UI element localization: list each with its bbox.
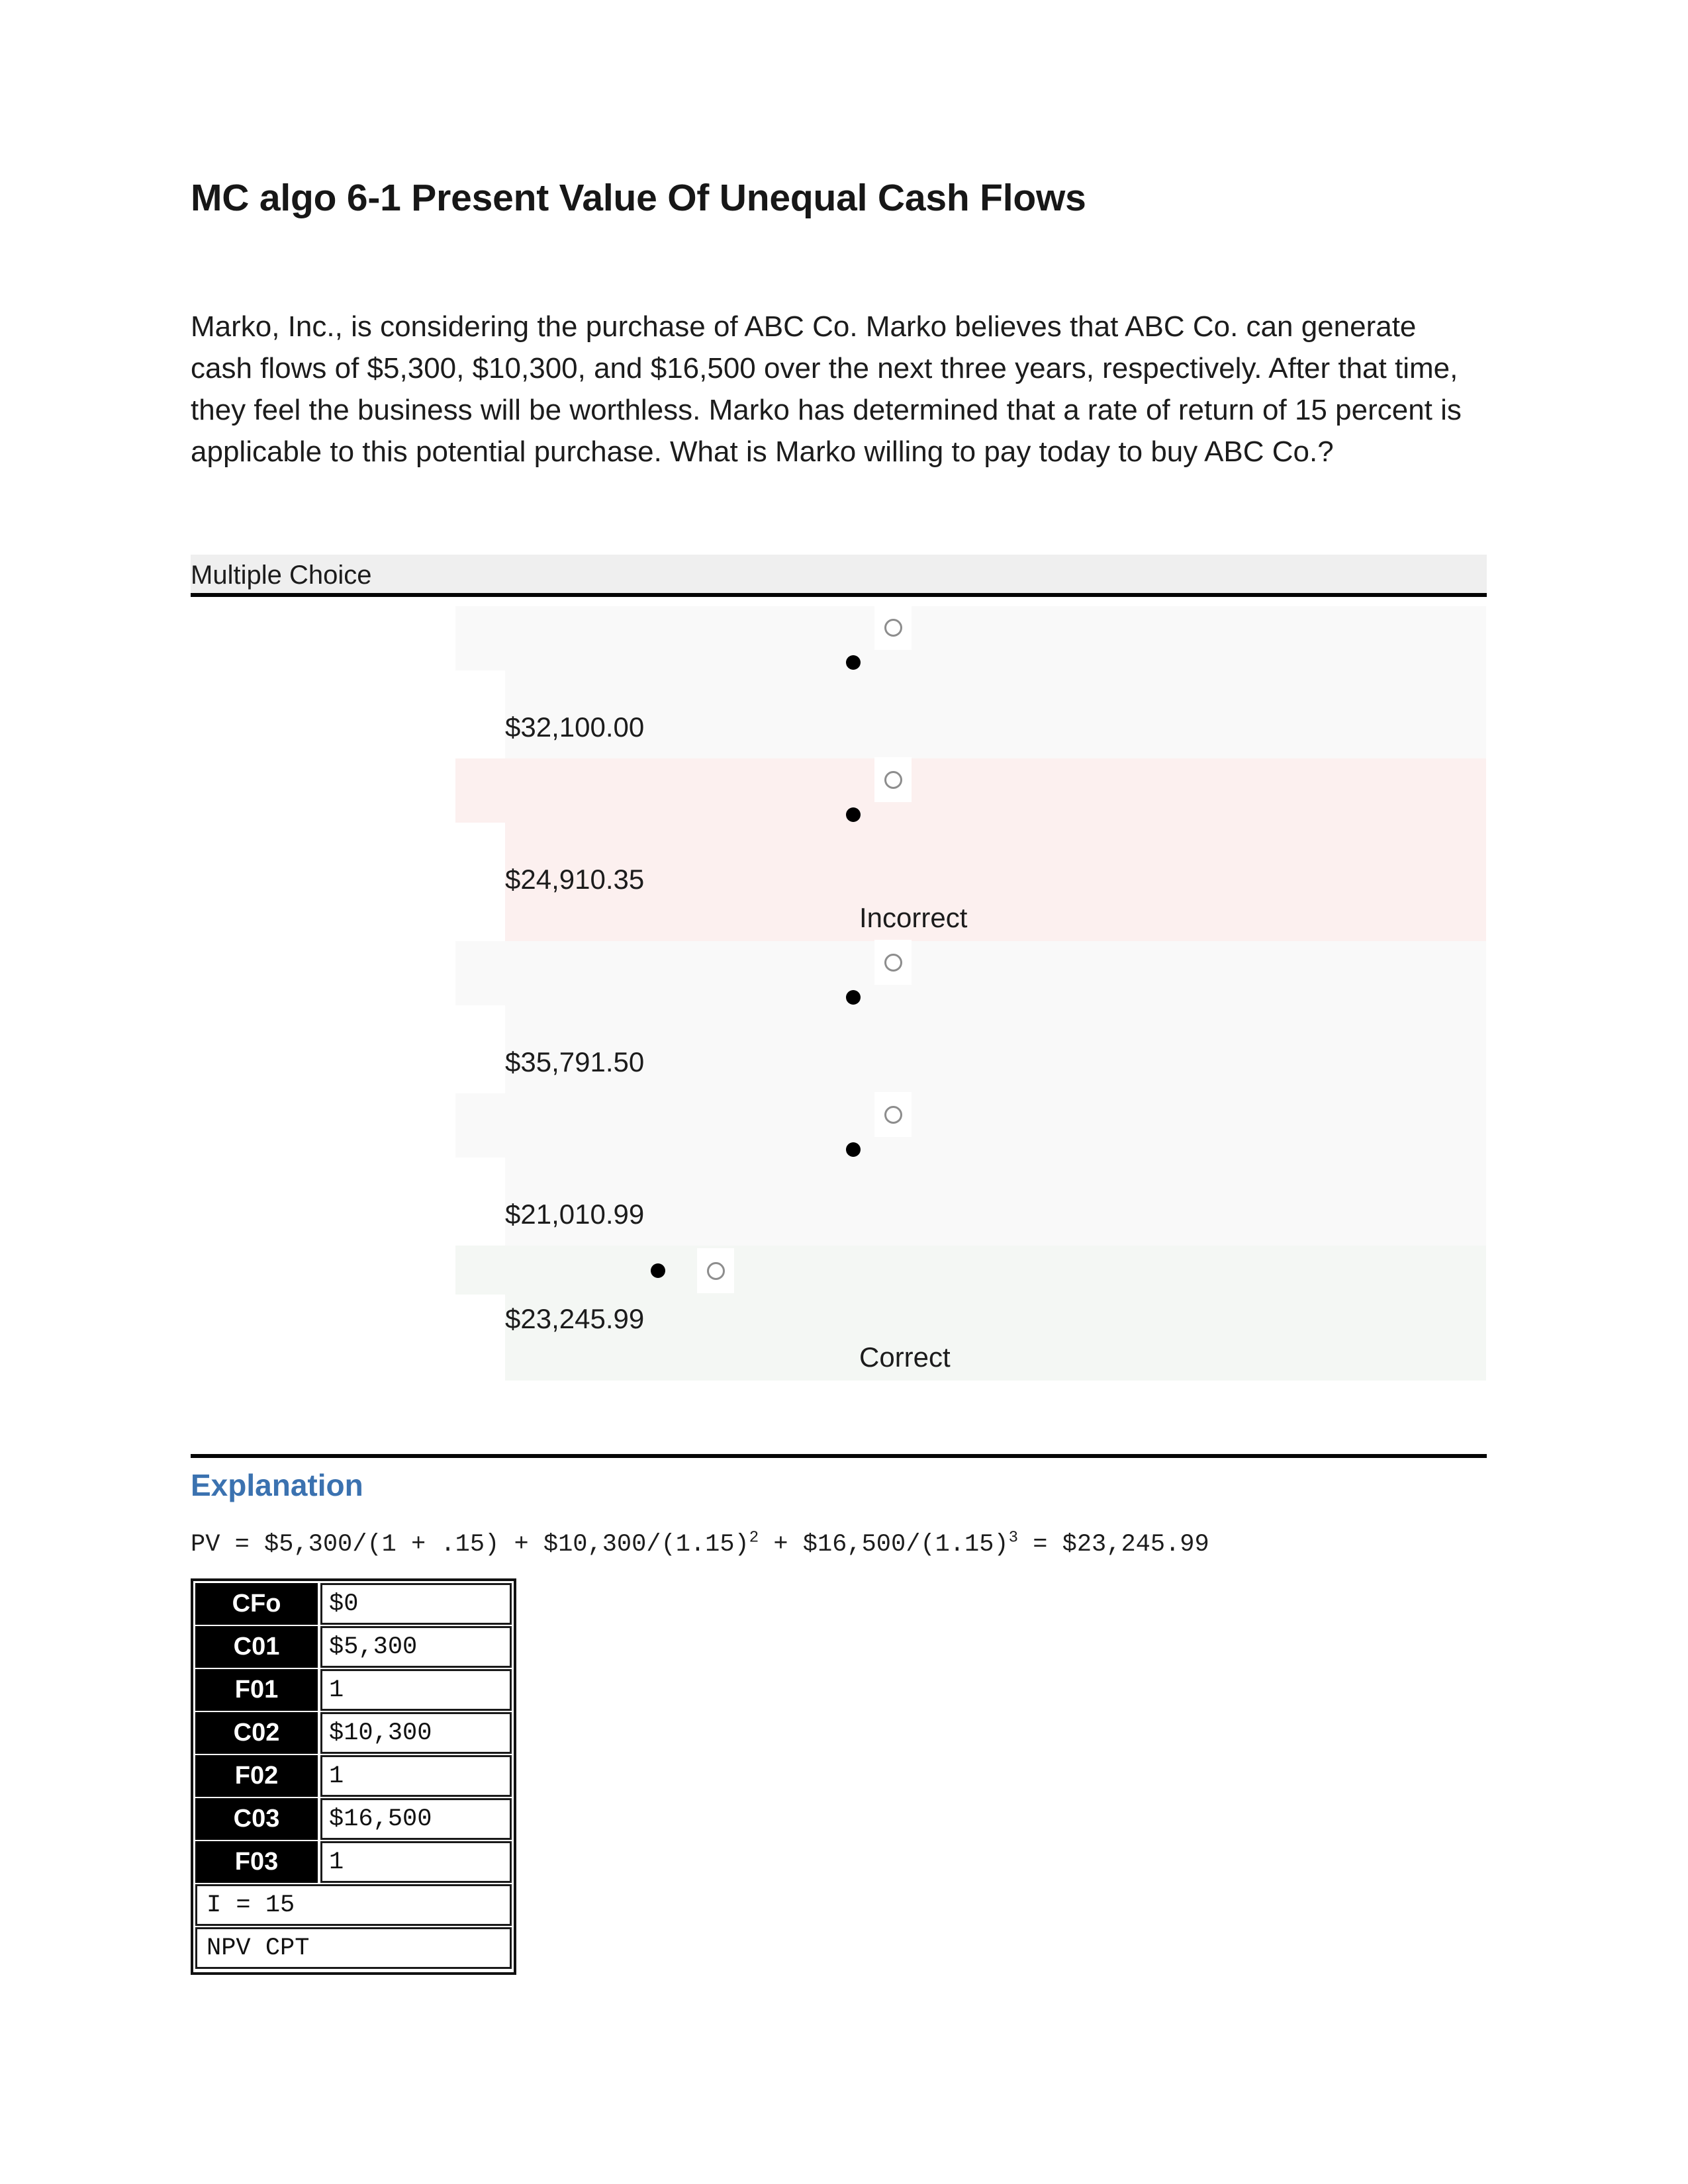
financial-calculator-table: CFo $0 C01 $5,300 F01 1 C02 $10,300 F02 1 C03 $16,5… (191, 1578, 516, 1975)
answer-option-value-band: $24,910.35 Incorrect (505, 823, 1486, 941)
radio-button-icon[interactable] (697, 1248, 734, 1293)
answer-option-value: $32,100.00 (505, 711, 645, 743)
explanation-heading: Explanation (191, 1468, 363, 1502)
answer-option-value-band: $35,791.50 (505, 1005, 1486, 1093)
calculator-footer-row: I = 15 (195, 1884, 512, 1926)
answer-option-verdict: Incorrect (859, 902, 968, 933)
calculator-row: C01 $5,300 (195, 1626, 512, 1668)
answer-option[interactable]: $24,910.35 Incorrect (0, 757, 1688, 941)
calculator-row-value: $16,500 (320, 1798, 512, 1840)
answer-option-value: $23,245.99 (505, 1303, 645, 1334)
calculator-row-key: F01 (195, 1669, 318, 1711)
calculator-row-key: C02 (195, 1712, 318, 1754)
radio-button-icon[interactable] (874, 940, 912, 985)
answer-option[interactable]: $32,100.00 (0, 605, 1688, 758)
answer-option-value-band: $23,245.99 Correct (505, 1295, 1486, 1381)
answer-option-control-band (455, 605, 1486, 670)
explanation-formula: PV = $5,300/(1 + .15) + $10,300/(1.15)2 … (191, 1527, 1209, 1562)
answer-option-control-band (455, 757, 1486, 823)
list-bullet-icon (846, 990, 861, 1005)
calculator-row-value: $0 (320, 1583, 512, 1625)
calculator-row-key: CFo (195, 1583, 318, 1625)
calculator-row-value: $5,300 (320, 1626, 512, 1668)
explanation-divider (191, 1454, 1487, 1458)
answer-option[interactable]: $35,791.50 (0, 940, 1688, 1093)
question-type-bar: Multiple Choice (191, 555, 1487, 597)
answer-option-spacer (505, 1377, 1486, 1381)
calculator-row-value: 1 (320, 1669, 512, 1711)
calculator-row-key: C01 (195, 1626, 318, 1668)
radio-button-icon[interactable] (874, 757, 912, 802)
calculator-row: F02 1 (195, 1755, 512, 1797)
list-bullet-icon (846, 1142, 861, 1157)
document-page: MC algo 6-1 Present Value Of Unequal Cas… (0, 0, 1688, 2184)
calculator-row-value: $10,300 (320, 1712, 512, 1754)
calculator-row: F01 1 (195, 1669, 512, 1711)
answer-option-control-band (455, 1092, 1486, 1158)
answer-option-value: $35,791.50 (505, 1046, 645, 1077)
formula-exponent-1: 2 (749, 1529, 759, 1547)
calculator-row-key: C03 (195, 1798, 318, 1840)
calculator-row: C03 $16,500 (195, 1798, 512, 1840)
answer-option[interactable]: $21,010.99 (0, 1092, 1688, 1246)
answer-option-spacer (505, 747, 1486, 758)
answer-option-spacer (505, 1081, 1486, 1093)
answer-option-value: $24,910.35 (505, 864, 645, 895)
answer-options-list: $32,100.00 $24,910.35 Incorrect $35,791.50 $… (0, 605, 1688, 1381)
answer-option-verdict: Correct (859, 1342, 951, 1373)
list-bullet-icon (846, 655, 861, 670)
formula-exponent-2: 3 (1008, 1529, 1019, 1547)
list-bullet-icon (846, 807, 861, 822)
answer-option-control-band (455, 940, 1486, 1005)
answer-option-control-band (455, 1246, 1486, 1295)
answer-option[interactable]: $23,245.99 Correct (0, 1246, 1688, 1381)
answer-option-value-band: $21,010.99 (505, 1158, 1486, 1246)
calculator-row-key: F03 (195, 1841, 318, 1883)
radio-button-icon[interactable] (874, 605, 912, 650)
question-type-label: Multiple Choice (191, 561, 372, 590)
question-text: Marko, Inc., is considering the purchase… (191, 310, 1462, 468)
formula-middle: + $16,500/(1.15) (759, 1531, 1009, 1559)
page-title: MC algo 6-1 Present Value Of Unequal Cas… (191, 177, 1086, 219)
list-bullet-icon (651, 1263, 665, 1278)
calculator-row: CFo $0 (195, 1583, 512, 1625)
formula-suffix: = $23,245.99 (1018, 1531, 1209, 1559)
calculator-footer-row: NPV CPT (195, 1927, 512, 1969)
calculator-row-key: F02 (195, 1755, 318, 1797)
calculator-row-value: 1 (320, 1841, 512, 1883)
answer-option-spacer (505, 1234, 1486, 1246)
formula-prefix: PV = $5,300/(1 + .15) + $10,300/(1.15) (191, 1531, 749, 1559)
calculator-row-value: 1 (320, 1755, 512, 1797)
radio-button-icon[interactable] (874, 1092, 912, 1137)
calculator-row: C02 $10,300 (195, 1712, 512, 1754)
answer-option-value: $21,010.99 (505, 1199, 645, 1230)
answer-option-value-band: $32,100.00 (505, 670, 1486, 758)
calculator-row: F03 1 (195, 1841, 512, 1883)
